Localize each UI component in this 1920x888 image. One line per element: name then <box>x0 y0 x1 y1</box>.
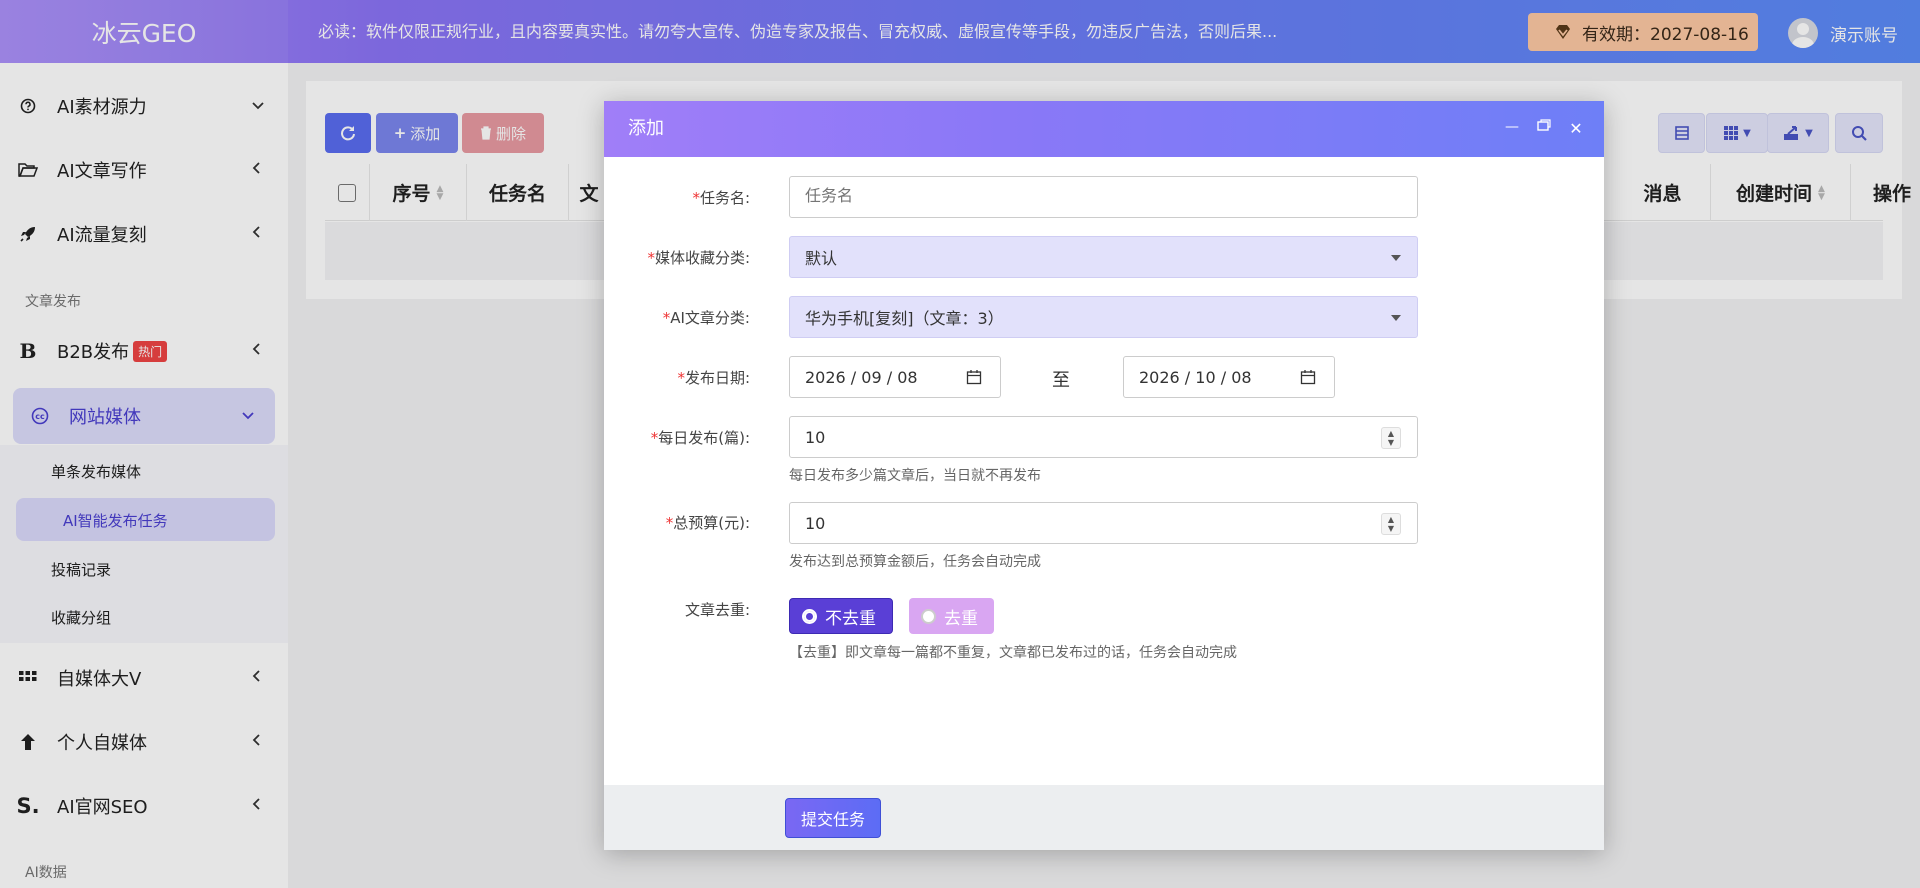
number-stepper[interactable]: ▲ ▼ <box>1381 427 1401 449</box>
daily-publish-label: *每日发布(篇): <box>650 429 750 447</box>
radio-dot-icon <box>802 608 817 624</box>
radio-dedupe[interactable]: 去重 <box>909 598 994 634</box>
maximize-icon[interactable] <box>1534 119 1554 135</box>
daily-publish-help: 每日发布多少篇文章后，当日就不再发布 <box>789 468 1041 484</box>
article-group-select[interactable]: 华为手机[复刻]（文章：3） <box>789 296 1418 338</box>
task-name-input[interactable] <box>789 176 1418 218</box>
daily-publish-input[interactable]: 10 ▲ ▼ <box>789 416 1418 458</box>
publish-date-label: *发布日期: <box>677 369 750 387</box>
submit-task-button[interactable]: 提交任务 <box>785 798 881 838</box>
media-group-select[interactable]: 默认 <box>789 236 1418 278</box>
radio-dot-icon <box>921 608 936 624</box>
budget-help: 发布达到总预算金额后，任务会自动完成 <box>789 554 1041 570</box>
add-task-dialog: 添加 — ✕ *任务名: *媒体收藏分类: 默认 *AI文章分类: 华为手机[复… <box>604 101 1604 850</box>
dialog-header[interactable]: 添加 — ✕ <box>604 101 1604 157</box>
dedupe-label: 文章去重: <box>684 601 750 619</box>
task-name-label: *任务名: <box>692 189 750 207</box>
calendar-icon[interactable] <box>966 369 982 385</box>
start-date-input[interactable]: 2026 / 09 / 08 <box>789 356 1001 398</box>
dedupe-help: 【去重】即文章每一篇都不重复，文章都已发布过的话，任务会自动完成 <box>789 645 1237 661</box>
number-stepper[interactable]: ▲ ▼ <box>1381 513 1401 535</box>
calendar-icon[interactable] <box>1300 369 1316 385</box>
date-separator: 至 <box>1052 370 1070 391</box>
dialog-footer <box>604 785 1604 850</box>
budget-label: *总预算(元): <box>665 514 750 532</box>
close-icon[interactable]: ✕ <box>1566 119 1586 138</box>
dialog-title: 添加 <box>628 118 664 139</box>
caret-down-icon <box>1391 255 1401 261</box>
media-group-label: *媒体收藏分类: <box>647 249 750 267</box>
radio-no-dedupe[interactable]: 不去重 <box>789 598 893 634</box>
minimize-icon[interactable]: — <box>1502 119 1522 135</box>
caret-down-icon <box>1391 315 1401 321</box>
end-date-input[interactable]: 2026 / 10 / 08 <box>1123 356 1335 398</box>
article-group-label: *AI文章分类: <box>662 309 750 327</box>
budget-input[interactable]: 10 ▲ ▼ <box>789 502 1418 544</box>
